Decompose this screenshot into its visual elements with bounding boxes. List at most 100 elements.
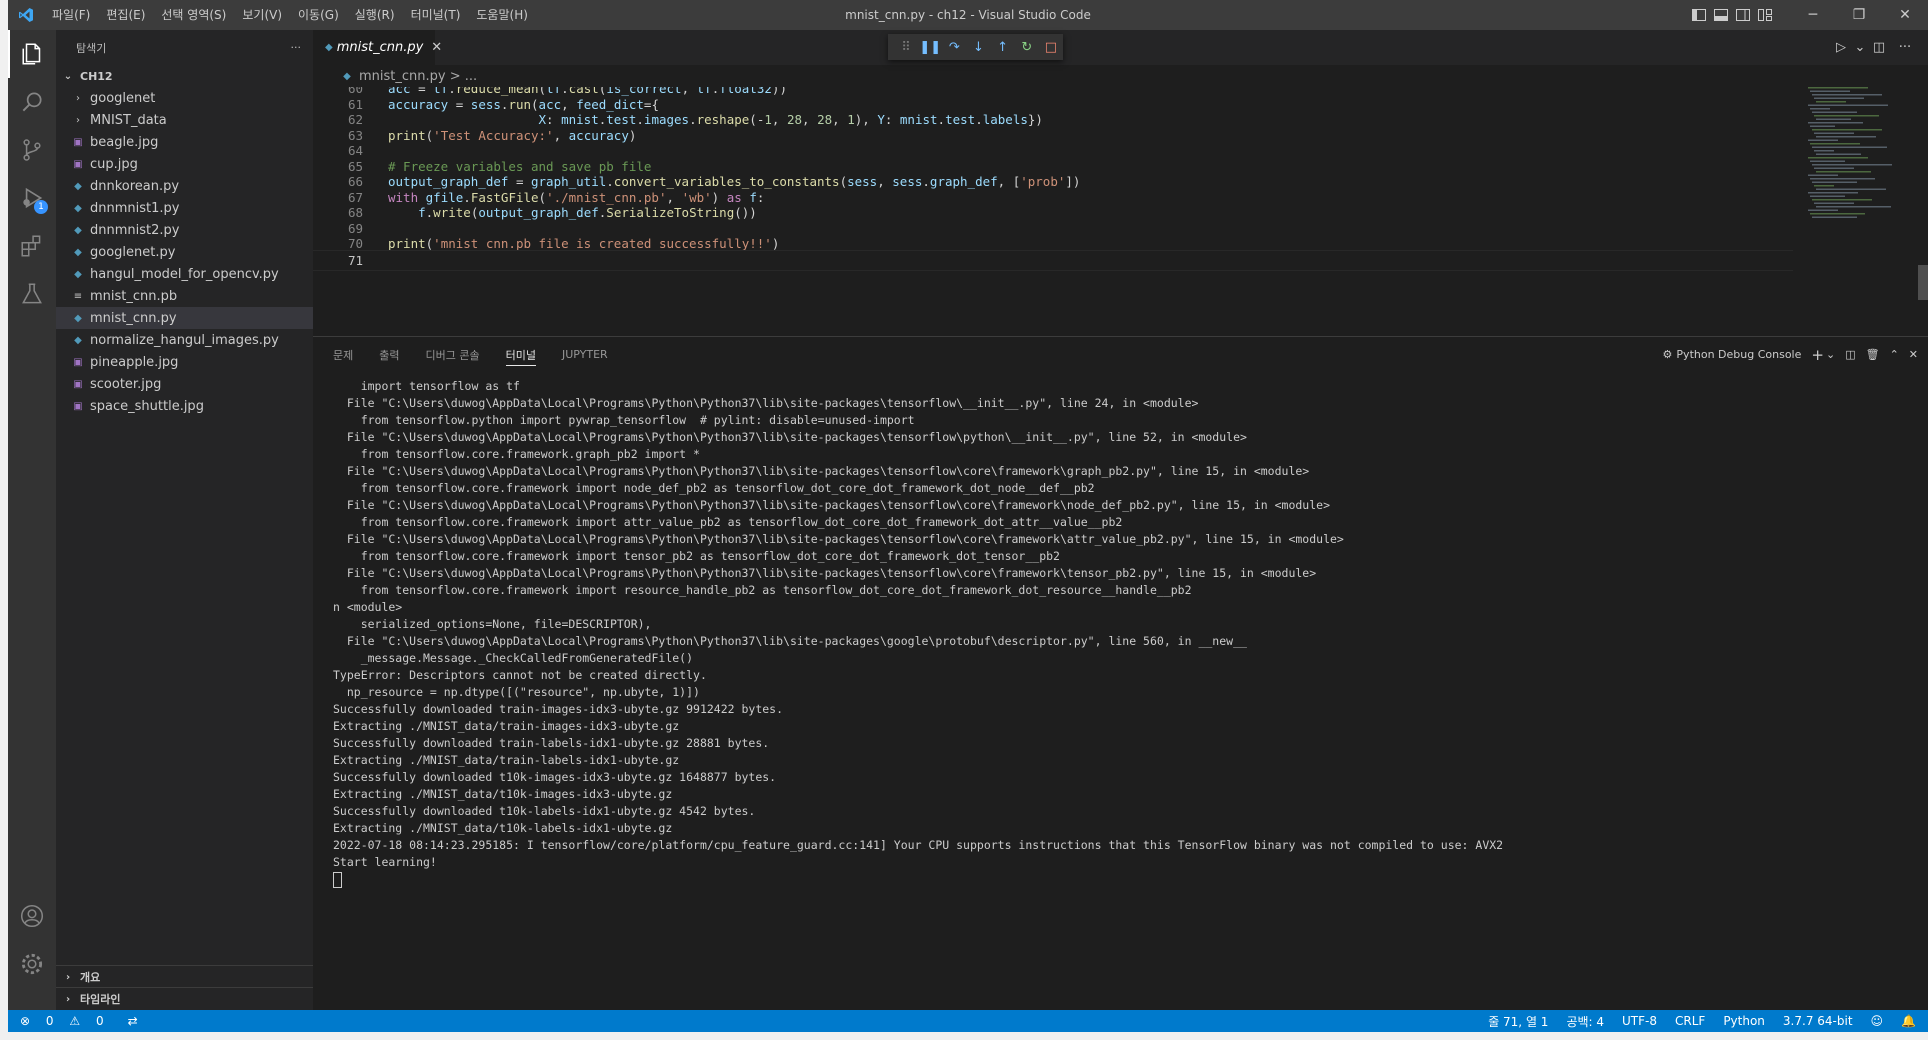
activity-bar: 1 — [8, 30, 56, 1010]
tree-file[interactable]: ▣ space_shuttle.jpg — [56, 395, 313, 417]
debug-badge: 1 — [34, 200, 48, 214]
drag-handle-icon[interactable]: ⠿ — [894, 40, 918, 55]
tree-folder[interactable]: › googlenet — [56, 87, 313, 109]
folder-name: CH12 — [80, 69, 113, 83]
status-right: 줄 71, 열 1 공백: 4 UTF-8 CRLF Python 3.7.7 … — [1470, 1010, 1916, 1032]
outline-section[interactable]: › 개요 — [56, 965, 317, 988]
step-into-icon[interactable]: ↓ — [966, 40, 990, 55]
error-count: 0 — [45, 1014, 54, 1028]
close-window-button[interactable]: ✕ — [1882, 0, 1928, 30]
trash-icon[interactable]: 🗑 — [1866, 348, 1880, 361]
terminal-selector[interactable]: Python Debug Console — [1676, 348, 1801, 361]
maximize-panel-icon[interactable]: ⌃ — [1890, 348, 1899, 361]
python-file-icon: ◆ — [74, 312, 82, 324]
code-editor[interactable]: 60 acc = tf.reduce_mean(tf.cast(is_correc… — [313, 87, 1793, 335]
problems-status[interactable]: ⊗ 0 ⚠ 0 — [20, 1014, 116, 1028]
source-control-icon[interactable] — [8, 126, 56, 174]
account-icon[interactable] — [8, 892, 56, 940]
tree-item-label: dnnmnist1.py — [90, 200, 180, 216]
terminal-line: Successfully downloaded t10k-labels-idx1… — [333, 804, 756, 818]
live-share-icon[interactable]: ⇄ — [128, 1014, 138, 1028]
terminal-line: import tensorflow as tf — [333, 379, 520, 393]
terminal-cursor — [333, 871, 342, 888]
tree-file[interactable]: ◆ dnnmnist2.py — [56, 219, 313, 241]
terminal-prompt[interactable] — [333, 871, 1913, 888]
run-icon[interactable]: ▷ — [1828, 40, 1854, 55]
notifications-bell-icon[interactable]: 🔔 — [1901, 1014, 1916, 1028]
menu-file[interactable]: 파일(F) — [44, 0, 98, 30]
settings-gear-icon[interactable] — [8, 940, 56, 988]
editor-scrollbar[interactable] — [1918, 265, 1928, 300]
split-terminal-icon[interactable]: ◫ — [1845, 348, 1855, 361]
timeline-section[interactable]: › 타임라인 — [56, 987, 317, 1010]
tab-problems[interactable]: 문제 — [333, 337, 353, 372]
tab-mnist-cnn[interactable]: ◆ mnist_cnn.py ✕ — [313, 30, 442, 65]
explorer-more-icon[interactable]: ··· — [291, 41, 302, 54]
testing-icon[interactable] — [8, 270, 56, 318]
cursor-position[interactable]: 줄 71, 열 1 — [1488, 1013, 1548, 1030]
folder-header[interactable]: ⌄ CH12 — [56, 65, 313, 87]
restore-button[interactable]: ❐ — [1836, 0, 1882, 30]
tree-file[interactable]: ◆ mnist_cnn.py — [56, 307, 313, 329]
tab-jupyter[interactable]: JUPYTER — [562, 337, 608, 372]
terminal-line: from tensorflow.python import pywrap_ten… — [333, 413, 915, 427]
tree-file[interactable]: ▣ cup.jpg — [56, 153, 313, 175]
menu-edit[interactable]: 편집(E) — [98, 0, 153, 30]
minimap[interactable] — [1808, 87, 1918, 237]
image-file-icon: ▣ — [73, 400, 83, 412]
tree-file[interactable]: ≡ mnist_cnn.pb — [56, 285, 313, 307]
indentation[interactable]: 공백: 4 — [1566, 1013, 1604, 1030]
encoding[interactable]: UTF-8 — [1622, 1014, 1657, 1028]
menu-help[interactable]: 도움말(H) — [468, 0, 536, 30]
step-over-icon[interactable]: ↷ — [942, 40, 966, 55]
tree-file[interactable]: ▣ pineapple.jpg — [56, 351, 313, 373]
editor-actions: ▷ ⌄ ◫ ··· — [1828, 30, 1918, 65]
tree-file[interactable]: ▣ beagle.jpg — [56, 131, 313, 153]
toggle-panel-icon[interactable] — [1710, 0, 1732, 30]
end-of-line[interactable]: CRLF — [1675, 1014, 1705, 1028]
terminal-line: File "C:\Users\duwog\AppData\Local\Progr… — [333, 430, 1247, 444]
menu-selection[interactable]: 선택 영역(S) — [153, 0, 234, 30]
image-file-icon: ▣ — [73, 356, 83, 368]
tree-file[interactable]: ◆ normalize_hangul_images.py — [56, 329, 313, 351]
close-tab-icon[interactable]: ✕ — [431, 40, 442, 55]
toggle-secondary-sidebar-icon[interactable] — [1732, 0, 1754, 30]
tab-output[interactable]: 출력 — [379, 337, 399, 372]
terminal-output[interactable]: import tensorflow as tf File "C:\Users\d… — [333, 378, 1913, 888]
breadcrumb[interactable]: ◆ mnist_cnn.py > ... — [313, 65, 1928, 87]
terminal-line: Successfully downloaded train-images-idx… — [333, 702, 784, 716]
stop-icon[interactable]: □ — [1039, 40, 1063, 55]
tree-file[interactable]: ▣ scooter.jpg — [56, 373, 313, 395]
tree-folder[interactable]: › MNIST_data — [56, 109, 313, 131]
tree-file[interactable]: ◆ hangul_model_for_opencv.py — [56, 263, 313, 285]
restart-icon[interactable]: ↻ — [1015, 40, 1039, 55]
terminal-dropdown-icon[interactable]: ⌄ — [1826, 348, 1835, 361]
menu-terminal[interactable]: 터미널(T) — [403, 0, 469, 30]
feedback-icon[interactable]: ☺ — [1871, 1014, 1884, 1028]
tab-terminal[interactable]: 터미널 — [505, 337, 537, 372]
language-mode[interactable]: Python — [1723, 1014, 1765, 1028]
menu-view[interactable]: 보기(V) — [234, 0, 290, 30]
code-line[interactable]: 71 — [313, 249, 1793, 271]
python-interpreter[interactable]: 3.7.7 64-bit — [1783, 1014, 1853, 1028]
run-dropdown-icon[interactable]: ⌄ — [1854, 40, 1866, 55]
customize-layout-icon[interactable] — [1754, 0, 1776, 30]
menu-go[interactable]: 이동(G) — [290, 0, 347, 30]
pause-icon[interactable]: ❚❚ — [918, 40, 942, 55]
explorer-icon[interactable] — [8, 30, 56, 78]
menu-run[interactable]: 실행(R) — [347, 0, 403, 30]
extensions-icon[interactable] — [8, 222, 56, 270]
tree-file[interactable]: ◆ dnnmnist1.py — [56, 197, 313, 219]
run-debug-icon[interactable]: 1 — [8, 174, 56, 222]
new-terminal-icon[interactable]: + — [1811, 346, 1824, 364]
tree-file[interactable]: ◆ googlenet.py — [56, 241, 313, 263]
minimize-button[interactable]: ─ — [1790, 0, 1836, 30]
close-panel-icon[interactable]: ✕ — [1909, 348, 1918, 361]
step-out-icon[interactable]: ↑ — [991, 40, 1015, 55]
more-actions-icon[interactable]: ··· — [1892, 40, 1918, 55]
search-icon[interactable] — [8, 78, 56, 126]
tab-debug-console[interactable]: 디버그 콘솔 — [426, 337, 480, 372]
toggle-sidebar-icon[interactable] — [1688, 0, 1710, 30]
tree-file[interactable]: ◆ dnnkorean.py — [56, 175, 313, 197]
split-editor-icon[interactable]: ◫ — [1866, 40, 1892, 55]
